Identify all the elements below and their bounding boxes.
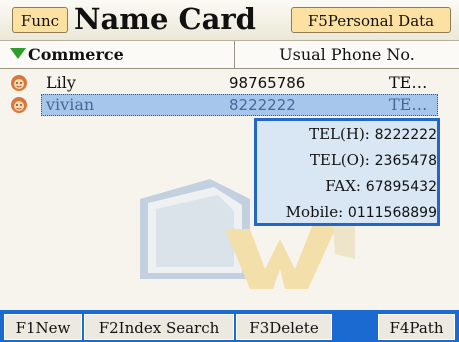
category-label: Commerce bbox=[28, 45, 124, 64]
phone-type: TE… bbox=[389, 73, 428, 92]
popup-value: 8222222 bbox=[374, 127, 437, 143]
contact-name: Lily bbox=[46, 73, 76, 92]
popup-value: 67895432 bbox=[365, 179, 437, 195]
func-button[interactable]: Func bbox=[12, 7, 68, 33]
list-item[interactable]: Lily 98765786 TE… bbox=[0, 72, 459, 94]
contact-avatar-icon bbox=[11, 75, 27, 91]
popup-label: TEL(H): bbox=[309, 125, 370, 143]
index-search-button[interactable]: F2Index Search bbox=[84, 314, 234, 340]
popup-label: FAX: bbox=[325, 177, 361, 195]
popup-value: 2365478 bbox=[374, 153, 437, 169]
contact-avatar-icon bbox=[11, 97, 27, 113]
phone-column-header[interactable]: Usual Phone No. bbox=[235, 41, 459, 68]
popup-value: 0111568899 bbox=[347, 205, 437, 221]
contact-phone: 8222222 bbox=[229, 96, 296, 114]
contact-name: vivian bbox=[46, 95, 95, 114]
popup-line-tel-home: TEL(H): 8222222 bbox=[257, 121, 437, 147]
popup-line-tel-office: TEL(O): 2365478 bbox=[257, 147, 437, 173]
path-button[interactable]: F4Path bbox=[378, 314, 455, 340]
phone-details-popup: TEL(H): 8222222 TEL(O): 2365478 FAX: 678… bbox=[254, 118, 440, 226]
page-title: Name Card bbox=[74, 2, 256, 36]
contact-phone: 98765786 bbox=[229, 74, 306, 92]
phone-type: TE… bbox=[389, 95, 428, 114]
dropdown-triangle-icon bbox=[10, 48, 26, 59]
personal-data-button[interactable]: F5Personal Data bbox=[291, 7, 451, 33]
list-item-selected[interactable]: vivian 8222222 TE… bbox=[0, 94, 459, 116]
popup-line-fax: FAX: 67895432 bbox=[257, 173, 437, 199]
delete-button[interactable]: F3Delete bbox=[236, 314, 332, 340]
column-header-bar: Commerce Usual Phone No. bbox=[0, 41, 459, 69]
popup-line-mobile: Mobile: 0111568899 bbox=[257, 199, 437, 225]
popup-label: Mobile: bbox=[285, 203, 344, 221]
popup-label: TEL(O): bbox=[309, 151, 370, 169]
function-key-bar: F1New F2Index Search F3Delete F4Path bbox=[0, 310, 459, 342]
new-button[interactable]: F1New bbox=[4, 314, 82, 340]
header-bar: Func Name Card F5Personal Data bbox=[0, 0, 459, 41]
category-selector[interactable]: Commerce bbox=[10, 41, 124, 68]
